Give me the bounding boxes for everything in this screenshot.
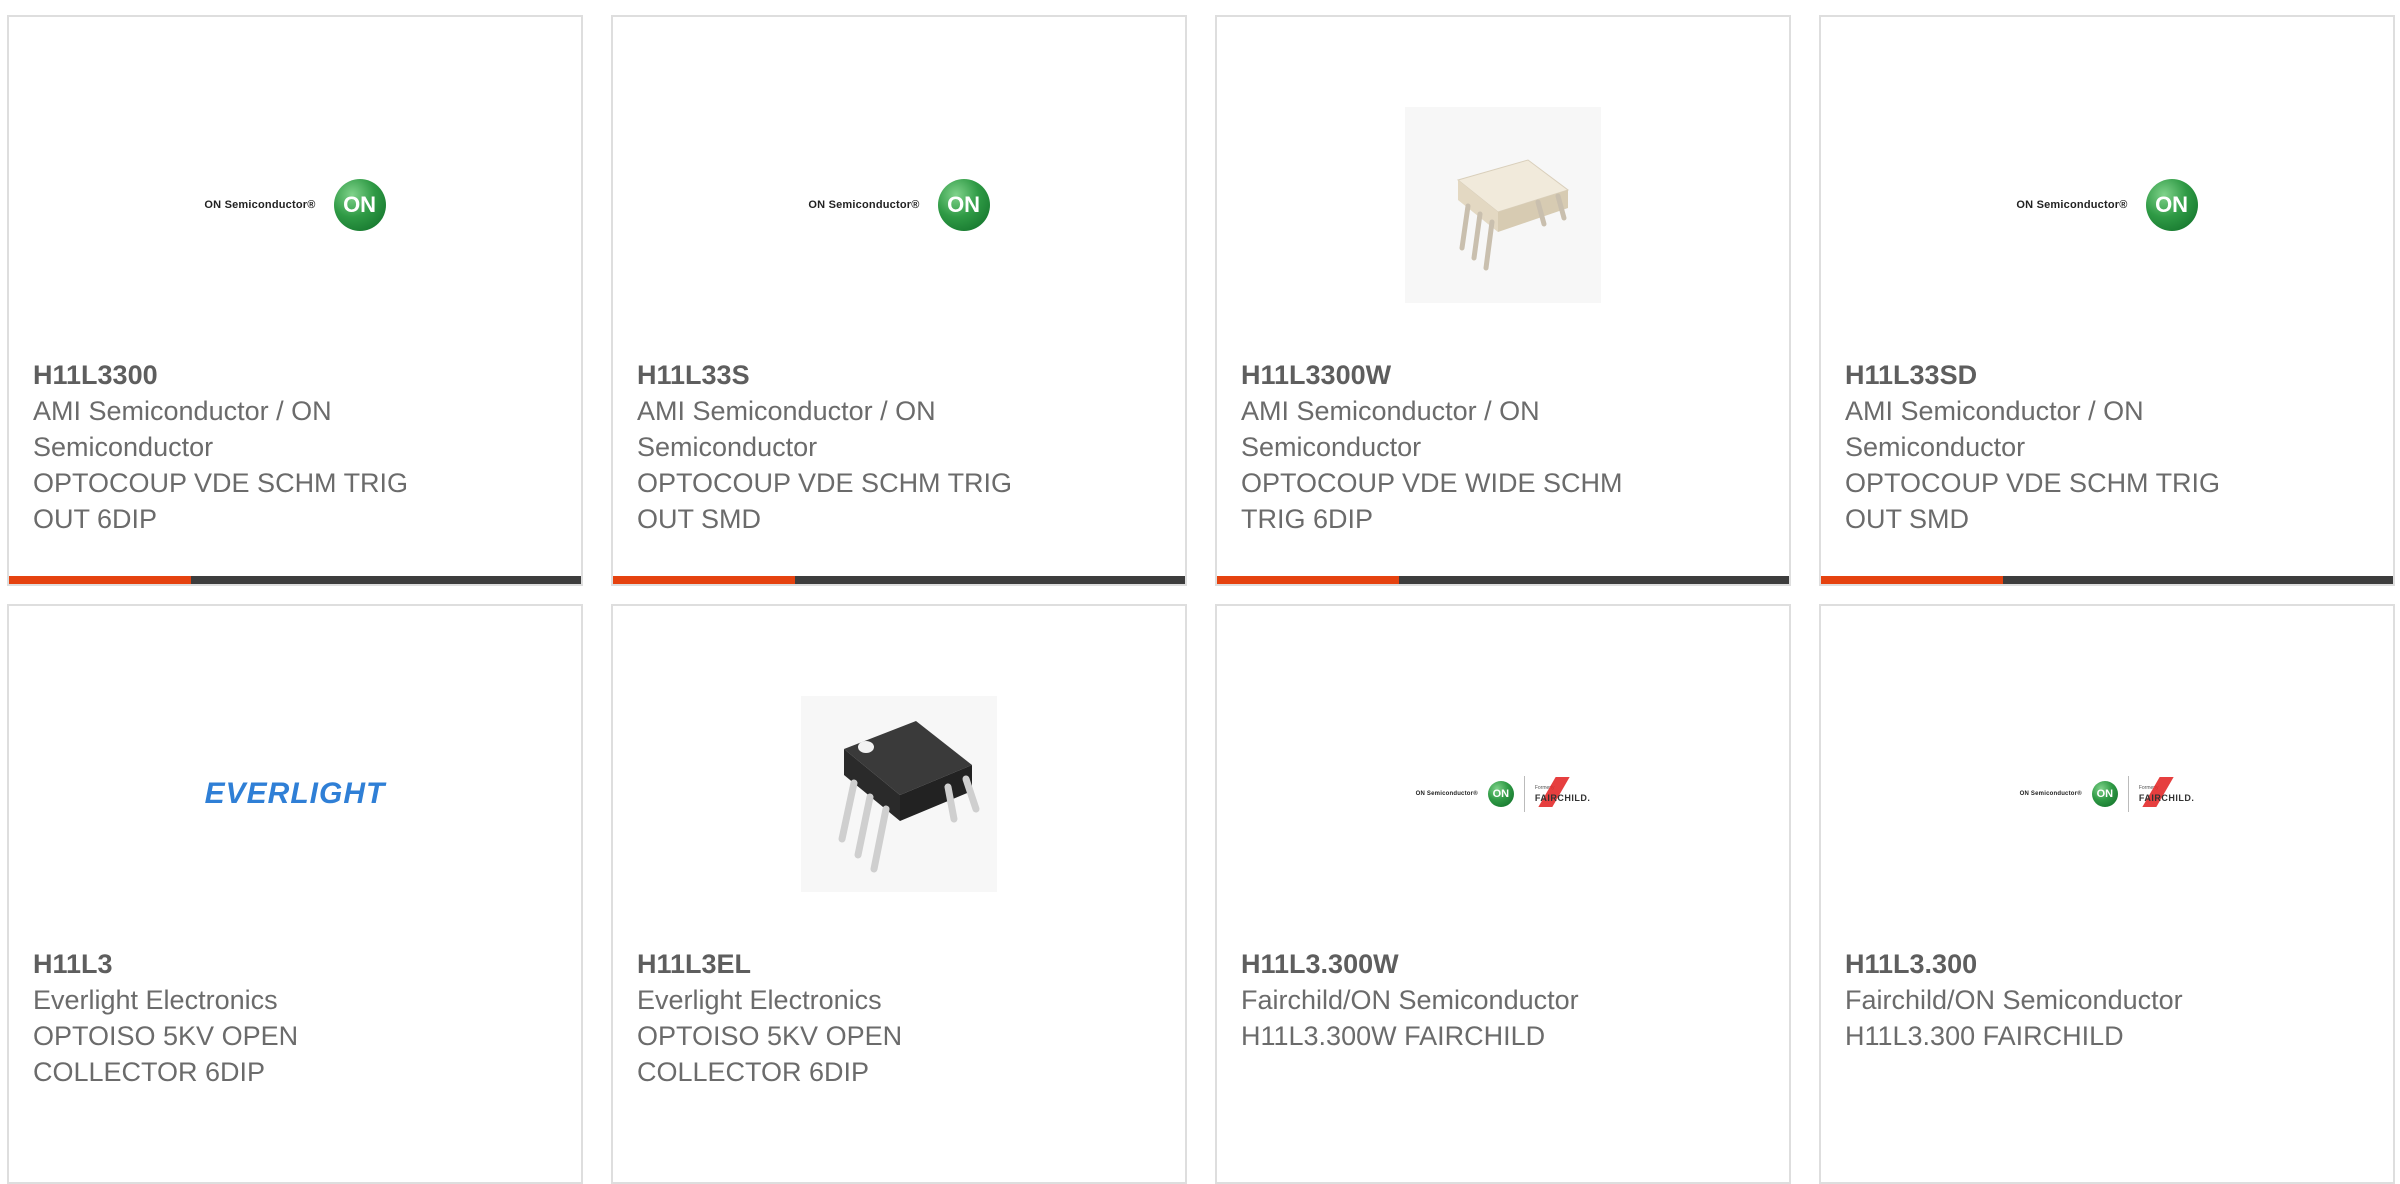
product-image[interactable]: ON Semiconductor® ON Formerly FAIRCHILD. — [1821, 654, 2393, 934]
manufacturer: Everlight Electronics — [637, 985, 882, 1015]
product-info: H11L33S AMI Semiconductor / ON Semicondu… — [637, 357, 1161, 537]
on-fairchild-logo: ON Semiconductor® ON Formerly FAIRCHILD. — [2020, 776, 2195, 812]
product-info: H11L3.300 Fairchild/ON Semiconductor H11… — [1845, 946, 2369, 1054]
on-badge-icon: ON — [1487, 781, 1514, 807]
manufacturer: AMI Semiconductor / ON Semiconductor — [1845, 396, 2144, 462]
manufacturer: AMI Semiconductor / ON Semiconductor — [1241, 396, 1540, 462]
black-dip-chip-photo — [801, 696, 997, 892]
part-number-link[interactable]: H11L33S — [637, 357, 1161, 393]
manufacturer: AMI Semiconductor / ON Semiconductor — [637, 396, 936, 462]
description: OPTOCOUP VDE WIDE SCHM TRIG 6DIP — [1241, 468, 1623, 534]
product-info: H11L3300 AMI Semiconductor / ON Semicond… — [33, 357, 557, 537]
manufacturer: Fairchild/ON Semiconductor — [1241, 985, 1579, 1015]
product-image[interactable]: EVERLIGHT — [9, 654, 581, 934]
black-chip-icon — [838, 721, 980, 873]
on-semiconductor-logo: ON Semiconductor® ON — [2016, 179, 2198, 231]
part-number-link[interactable]: H11L3300 — [33, 357, 557, 393]
product-image[interactable] — [613, 654, 1185, 934]
product-image[interactable]: ON Semiconductor® ON — [9, 65, 581, 345]
manufacturer: AMI Semiconductor / ON Semiconductor — [33, 396, 332, 462]
white-dip-chip-photo — [1405, 107, 1601, 303]
product-info: H11L3EL Everlight Electronics OPTOISO 5K… — [637, 946, 1161, 1090]
product-card[interactable]: ON Semiconductor® ON H11L33SD AMI Semico… — [1819, 15, 2395, 586]
description: H11L3.300W FAIRCHILD — [1241, 1021, 1546, 1051]
logo-divider — [2127, 776, 2129, 812]
manufacturer: Everlight Electronics — [33, 985, 278, 1015]
product-grid: ON Semiconductor® ON H11L3300 AMI Semico… — [0, 0, 2400, 1184]
product-card[interactable]: ON Semiconductor® ON Formerly FAIRCHILD.… — [1215, 604, 1791, 1184]
accent-segment — [1217, 576, 1399, 584]
fairchild-text: FAIRCHILD. — [2138, 793, 2195, 803]
product-card[interactable]: ON Semiconductor® ON Formerly FAIRCHILD.… — [1819, 604, 2395, 1184]
everlight-logo: EVERLIGHT — [204, 777, 386, 810]
on-semiconductor-logo: ON Semiconductor® ON — [204, 179, 386, 231]
product-image[interactable]: ON Semiconductor® ON — [613, 65, 1185, 345]
logo-divider — [1523, 776, 1525, 812]
part-number-link[interactable]: H11L33SD — [1845, 357, 2369, 393]
product-info: H11L33SD AMI Semiconductor / ON Semicond… — [1845, 357, 2369, 537]
on-fairchild-logo: ON Semiconductor® ON Formerly FAIRCHILD. — [1416, 776, 1591, 812]
logo-text: ON Semiconductor® — [808, 199, 920, 211]
card-accent-bar — [1821, 576, 2393, 584]
on-badge-icon: ON — [2145, 179, 2198, 231]
white-chip-icon — [1456, 159, 1570, 271]
manufacturer: Fairchild/ON Semiconductor — [1845, 985, 2183, 1015]
product-card[interactable]: ON Semiconductor® ON H11L33S AMI Semicon… — [611, 15, 1187, 586]
product-info: H11L3.300W Fairchild/ON Semiconductor H1… — [1241, 946, 1765, 1054]
product-card[interactable]: H11L3EL Everlight Electronics OPTOISO 5K… — [611, 604, 1187, 1184]
accent-segment — [1821, 576, 2003, 584]
description: H11L3.300 FAIRCHILD — [1845, 1021, 2124, 1051]
card-accent-bar — [9, 576, 581, 584]
product-image[interactable] — [1217, 65, 1789, 345]
description: OPTOCOUP VDE SCHM TRIG OUT SMD — [637, 468, 1013, 534]
accent-segment — [9, 576, 191, 584]
on-badge-icon: ON — [333, 179, 386, 231]
product-card[interactable]: ON Semiconductor® ON H11L3300 AMI Semico… — [7, 15, 583, 586]
logo-text: ON Semiconductor® — [2016, 199, 2128, 211]
product-info: H11L3300W AMI Semiconductor / ON Semicon… — [1241, 357, 1765, 537]
part-number-link[interactable]: H11L3 — [33, 946, 557, 982]
product-info: H11L3 Everlight Electronics OPTOISO 5KV … — [33, 946, 557, 1090]
accent-segment — [613, 576, 795, 584]
description: OPTOCOUP VDE SCHM TRIG OUT SMD — [1845, 468, 2221, 534]
logo-text: ON Semiconductor® — [1415, 791, 1478, 797]
on-badge-icon: ON — [937, 179, 990, 231]
on-badge-icon: ON — [2091, 781, 2118, 807]
part-number-link[interactable]: H11L3.300 — [1845, 946, 2369, 982]
fairchild-mark: Formerly FAIRCHILD. — [2138, 777, 2195, 807]
product-image[interactable]: ON Semiconductor® ON — [1821, 65, 2393, 345]
card-accent-bar — [613, 576, 1185, 584]
logo-text: ON Semiconductor® — [204, 199, 316, 211]
part-number-link[interactable]: H11L3300W — [1241, 357, 1765, 393]
fairchild-mark: Formerly FAIRCHILD. — [1534, 777, 1591, 807]
part-number-link[interactable]: H11L3.300W — [1241, 946, 1765, 982]
description: OPTOISO 5KV OPEN COLLECTOR 6DIP — [637, 1021, 903, 1087]
product-card[interactable]: EVERLIGHT H11L3 Everlight Electronics OP… — [7, 604, 583, 1184]
on-semiconductor-logo: ON Semiconductor® ON — [808, 179, 990, 231]
logo-text: ON Semiconductor® — [2019, 791, 2082, 797]
card-accent-bar — [1217, 576, 1789, 584]
product-card[interactable]: H11L3300W AMI Semiconductor / ON Semicon… — [1215, 15, 1791, 586]
description: OPTOISO 5KV OPEN COLLECTOR 6DIP — [33, 1021, 299, 1087]
fairchild-logo: FAIRCHILD. — [1534, 777, 1591, 807]
description: OPTOCOUP VDE SCHM TRIG OUT 6DIP — [33, 468, 409, 534]
product-image[interactable]: ON Semiconductor® ON Formerly FAIRCHILD. — [1217, 654, 1789, 934]
part-number-link[interactable]: H11L3EL — [637, 946, 1161, 982]
fairchild-logo: FAIRCHILD. — [2138, 777, 2195, 807]
fairchild-text: FAIRCHILD. — [1534, 793, 1591, 803]
